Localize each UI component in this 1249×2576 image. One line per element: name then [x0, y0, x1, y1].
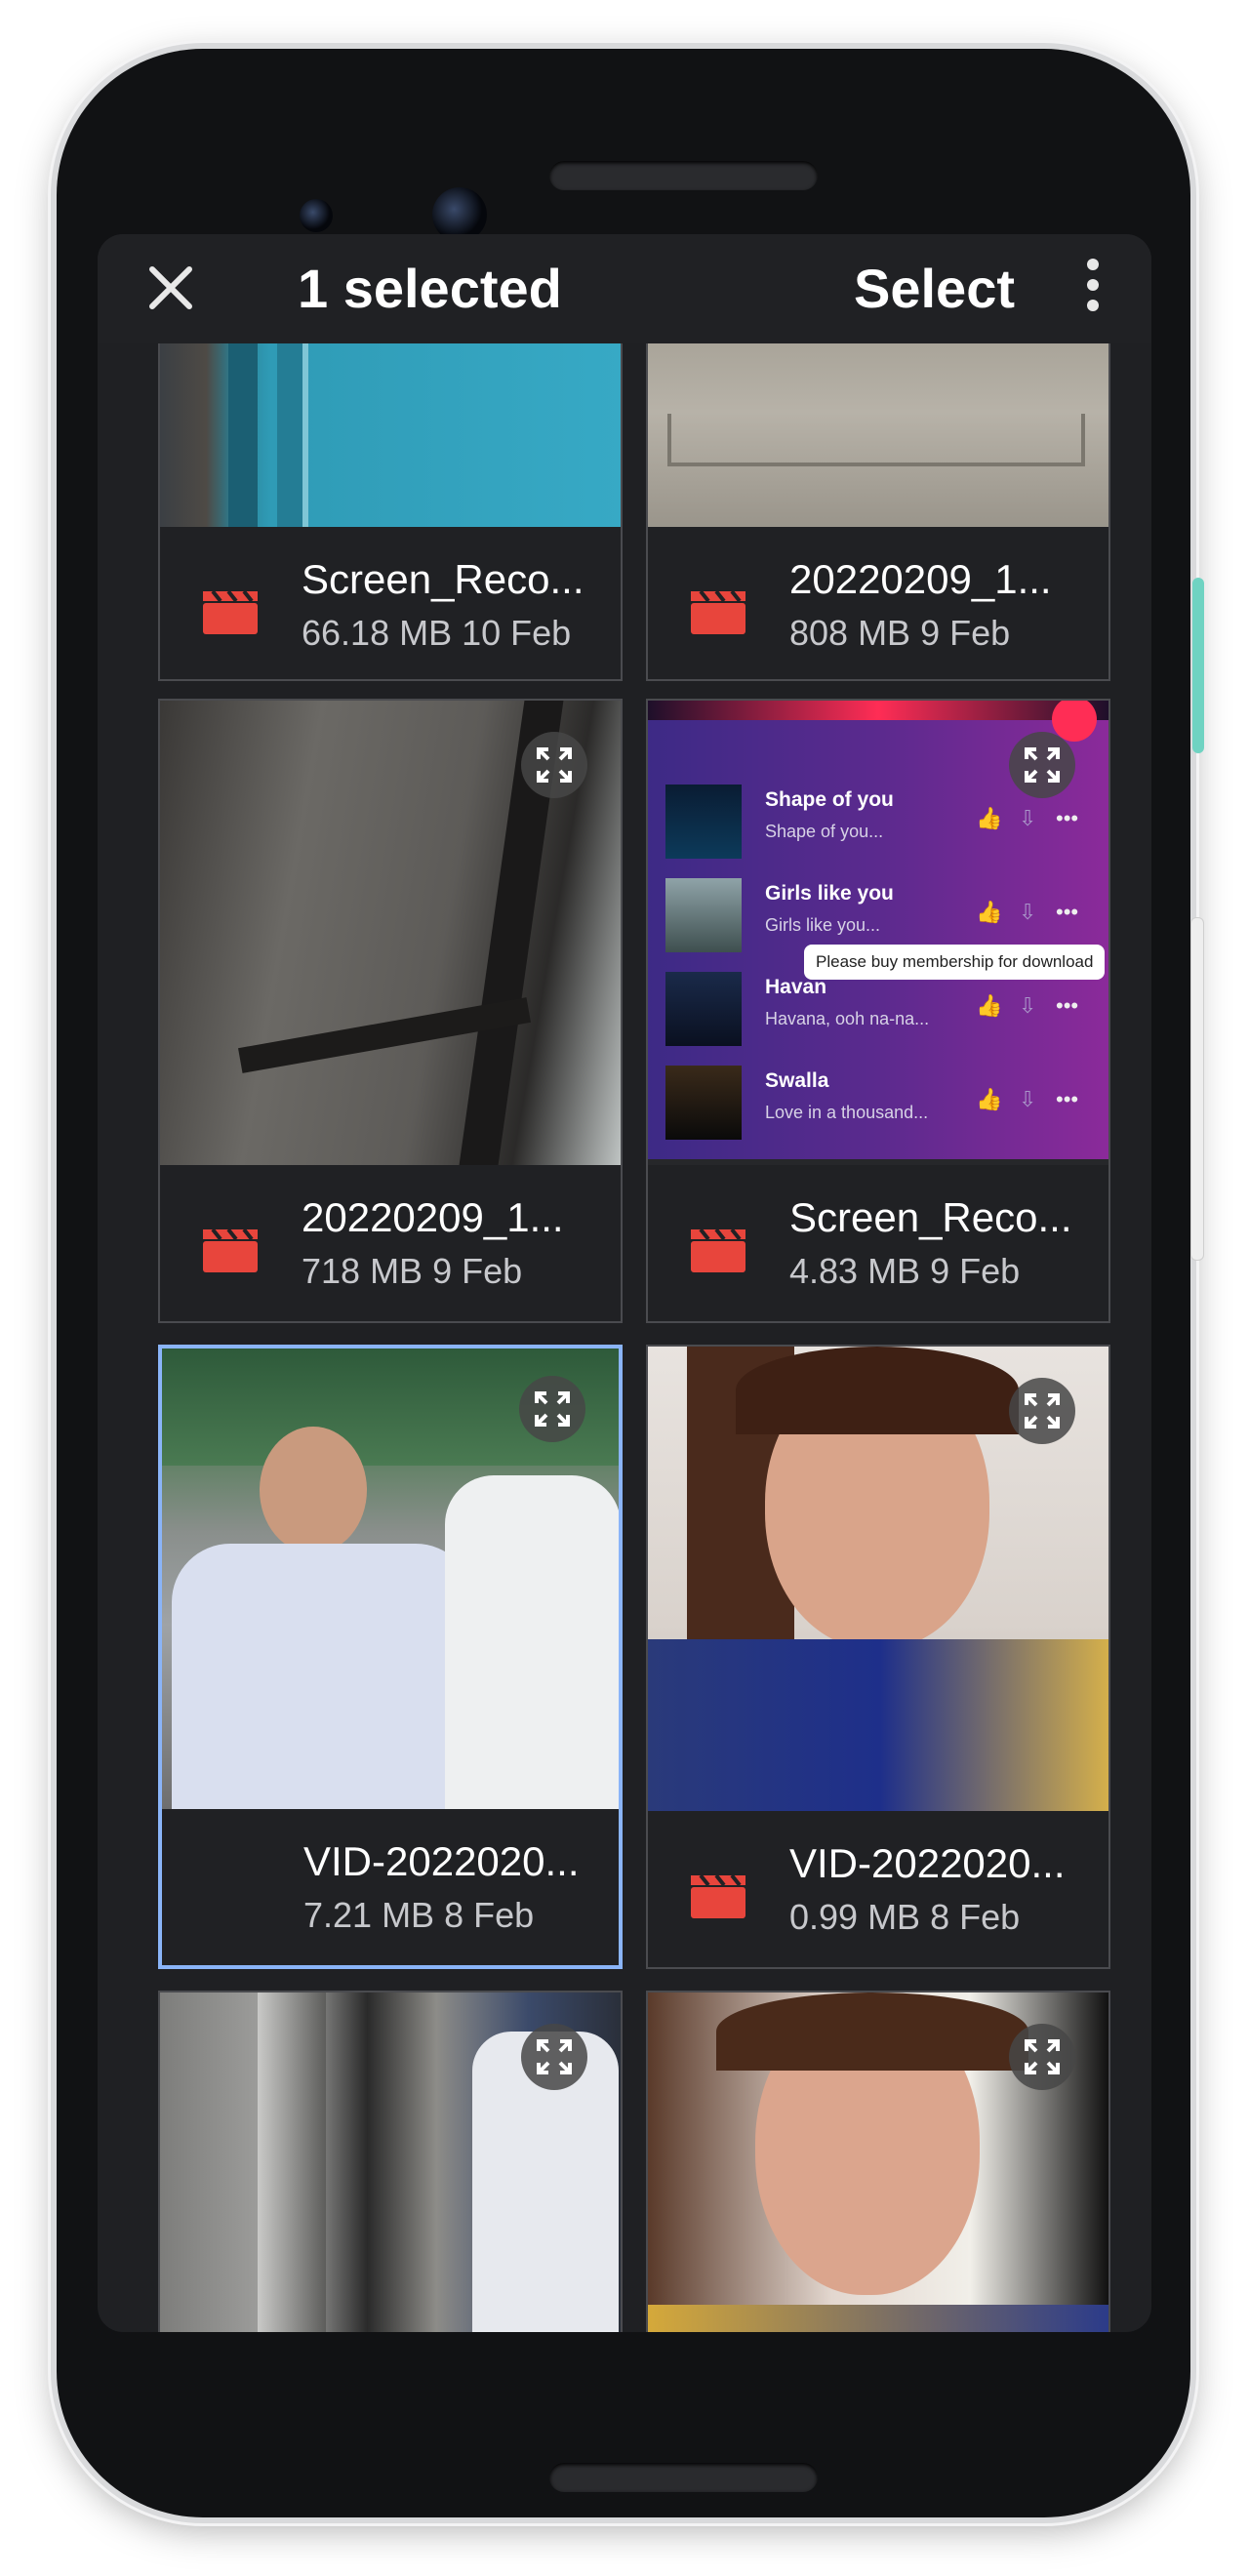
- song-title: Havan: [765, 976, 827, 998]
- file-name: VID-2022020...: [303, 1838, 580, 1884]
- media-tile[interactable]: Shape of you Shape of you... 👍 ⇩ ••• Gir…: [646, 699, 1110, 1323]
- media-tile[interactable]: [158, 1991, 623, 2332]
- file-meta: 66.18 MB 10 Feb: [302, 613, 572, 653]
- song-row: Havan Havana, ooh na-na... 👍 ⇩ •••: [665, 972, 1095, 1050]
- clapperboard-icon: [203, 589, 258, 634]
- media-tile-selected[interactable]: VID-2022020... 7.21 MB 8 Feb: [158, 1345, 623, 1969]
- more-vert-icon[interactable]: [1073, 250, 1112, 328]
- download-icon: ⇩: [1019, 806, 1037, 830]
- bottom-speaker: [549, 2463, 818, 2492]
- clapperboard-icon: [691, 1873, 745, 1918]
- song-subtitle: Love in a thousand...: [765, 1103, 929, 1122]
- tile-info: Screen_Reco... 4.83 MB 9 Feb: [648, 1165, 1108, 1321]
- tile-info: Screen_Reco... 66.18 MB 10 Feb: [160, 527, 621, 679]
- media-tile[interactable]: Screen_Reco... 66.18 MB 10 Feb: [158, 343, 623, 681]
- expand-icon[interactable]: [1009, 1378, 1075, 1444]
- clapperboard-icon: [691, 1228, 745, 1272]
- video-thumbnail: [648, 343, 1108, 527]
- clapperboard-icon: [203, 1228, 258, 1272]
- selection-count-title: 1 selected: [298, 258, 562, 319]
- file-meta: 718 MB 9 Feb: [302, 1251, 523, 1291]
- more-horiz-icon: •••: [1056, 993, 1079, 1018]
- media-tile[interactable]: 20220209_1... 808 MB 9 Feb: [646, 343, 1110, 681]
- media-tile[interactable]: [646, 1991, 1110, 2332]
- selection-toolbar: 1 selected Select: [98, 234, 1151, 343]
- file-meta: 808 MB 9 Feb: [789, 613, 1011, 653]
- download-icon: ⇩: [1019, 900, 1037, 924]
- song-cover: [665, 972, 742, 1046]
- power-button: [1192, 578, 1204, 753]
- more-horiz-icon: •••: [1056, 806, 1079, 830]
- song-title: Girls like you: [765, 882, 894, 905]
- volume-button: [1190, 917, 1204, 1261]
- more-horiz-icon: •••: [1056, 1087, 1079, 1111]
- tile-info: 20220209_1... 718 MB 9 Feb: [160, 1165, 621, 1321]
- screen: 1 selected Select Screen_Reco... 66.18 M…: [98, 234, 1151, 2332]
- file-name: Screen_Reco...: [789, 1194, 1072, 1240]
- song-cover: [665, 785, 742, 859]
- expand-icon[interactable]: [1009, 2024, 1075, 2090]
- thumbs-up-icon: 👍: [976, 806, 1003, 830]
- tile-info: VID-2022020... 7.21 MB 8 Feb: [162, 1809, 619, 1965]
- file-name: Screen_Reco...: [302, 556, 584, 602]
- file-meta: 4.83 MB 9 Feb: [789, 1251, 1021, 1291]
- thumbs-up-icon: 👍: [976, 1087, 1003, 1111]
- file-meta: 0.99 MB 8 Feb: [789, 1897, 1021, 1937]
- earpiece: [549, 161, 818, 190]
- select-button[interactable]: Select: [854, 248, 1015, 330]
- tile-info: 20220209_1... 808 MB 9 Feb: [648, 527, 1108, 679]
- song-title: Swalla: [765, 1069, 829, 1092]
- song-cover: [665, 878, 742, 952]
- file-name: VID-2022020...: [789, 1840, 1066, 1886]
- song-subtitle: Havana, ooh na-na...: [765, 1009, 930, 1028]
- thumbnail-banner: [648, 701, 1108, 720]
- download-icon: ⇩: [1019, 1087, 1037, 1111]
- media-tile[interactable]: 20220209_1... 718 MB 9 Feb: [158, 699, 623, 1323]
- thumbs-up-icon: 👍: [976, 993, 1003, 1018]
- download-icon: ⇩: [1019, 993, 1037, 1018]
- media-tile[interactable]: VID-2022020... 0.99 MB 8 Feb: [646, 1345, 1110, 1969]
- more-horiz-icon: •••: [1056, 900, 1079, 924]
- clapperboard-icon: [691, 589, 745, 634]
- tile-info: VID-2022020... 0.99 MB 8 Feb: [648, 1811, 1108, 1967]
- close-icon[interactable]: [144, 262, 197, 314]
- song-row: Swalla Love in a thousand... 👍 ⇩ •••: [665, 1066, 1095, 1144]
- expand-icon[interactable]: [519, 1376, 585, 1442]
- expand-icon[interactable]: [521, 2024, 587, 2090]
- song-title: Shape of you: [765, 788, 894, 811]
- song-cover: [665, 1066, 742, 1140]
- thumbs-up-icon: 👍: [976, 900, 1003, 924]
- video-thumbnail: [160, 343, 621, 527]
- file-meta: 7.21 MB 8 Feb: [303, 1895, 535, 1935]
- expand-icon[interactable]: [1009, 732, 1075, 798]
- file-name: 20220209_1...: [302, 1194, 564, 1240]
- song-subtitle: Girls like you...: [765, 915, 881, 935]
- expand-icon[interactable]: [521, 732, 587, 798]
- song-subtitle: Shape of you...: [765, 822, 884, 841]
- front-sensor: [300, 199, 333, 232]
- file-name: 20220209_1...: [789, 556, 1052, 602]
- media-grid: Screen_Reco... 66.18 MB 10 Feb 20220209_…: [98, 343, 1151, 2332]
